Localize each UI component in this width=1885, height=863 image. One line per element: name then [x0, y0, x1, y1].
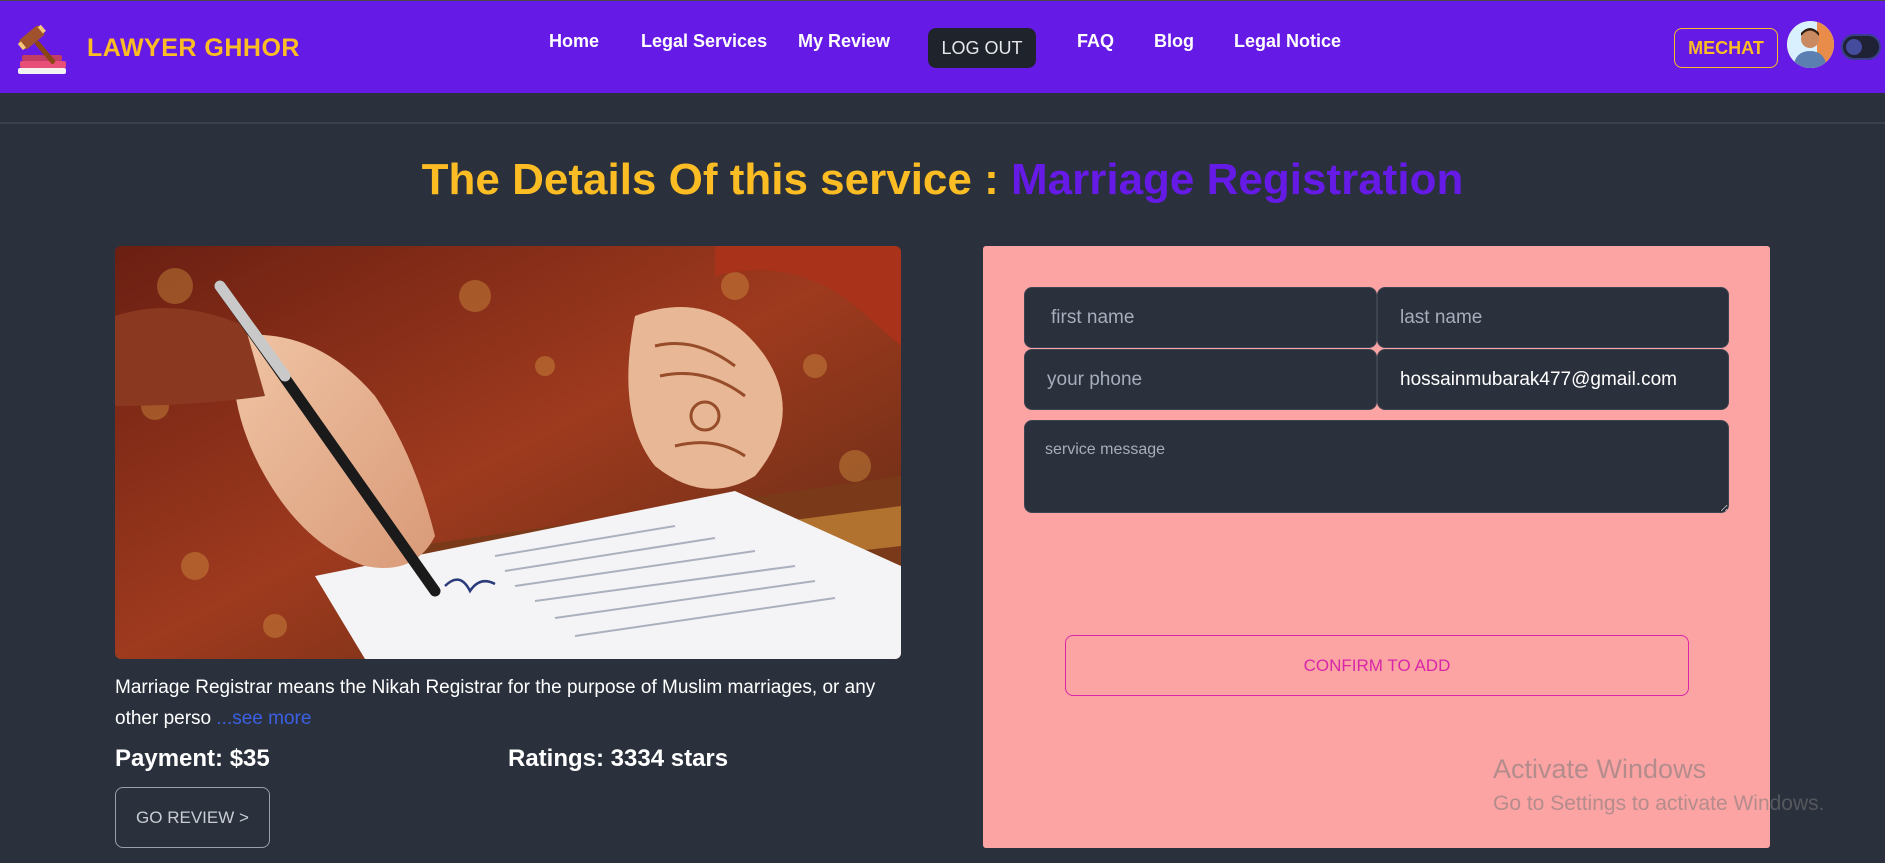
- divider: [0, 122, 1885, 124]
- nav-link-legal-notice[interactable]: Legal Notice: [1234, 31, 1341, 52]
- toggle-knob: [1846, 39, 1862, 55]
- gavel-books-icon: [6, 17, 68, 79]
- service-message-textarea[interactable]: [1024, 420, 1729, 513]
- see-more-link[interactable]: ...see more: [216, 708, 311, 729]
- brand-name: LAWYER GHHOR: [87, 33, 300, 62]
- page-title-service: Marriage Registration: [1010, 155, 1464, 204]
- nav-link-legal-services[interactable]: Legal Services: [641, 31, 767, 52]
- confirm-to-add-button[interactable]: CONFIRM TO ADD: [1065, 635, 1689, 696]
- go-review-button[interactable]: GO REVIEW >: [115, 787, 270, 848]
- user-avatar-icon[interactable]: [1787, 21, 1834, 68]
- logout-button[interactable]: LOG OUT: [928, 28, 1036, 68]
- brand[interactable]: LAWYER GHHOR: [6, 17, 300, 79]
- marriage-signing-photo: [115, 246, 901, 659]
- page-title: The Details Of this service : Marriage R…: [0, 155, 1885, 205]
- email-input[interactable]: [1377, 349, 1729, 410]
- nav-link-home[interactable]: Home: [549, 31, 599, 52]
- activate-windows-subtitle: Go to Settings to activate Windows.: [1493, 792, 1825, 815]
- nav-link-faq[interactable]: FAQ: [1077, 31, 1114, 52]
- service-payment: Payment: $35: [115, 745, 270, 772]
- last-name-input[interactable]: [1377, 287, 1729, 348]
- mechat-button[interactable]: MECHAT: [1674, 28, 1778, 68]
- navbar: LAWYER GHHOR Home Legal Services My Revi…: [0, 0, 1885, 93]
- first-name-input[interactable]: [1024, 287, 1377, 348]
- nav-link-my-review[interactable]: My Review: [798, 31, 890, 52]
- service-description: Marriage Registrar means the Nikah Regis…: [115, 672, 905, 734]
- phone-input[interactable]: [1024, 349, 1377, 410]
- service-ratings: Ratings: 3334 stars: [508, 745, 729, 772]
- page-title-prefix: The Details Of this service :: [421, 155, 1011, 204]
- theme-toggle-icon[interactable]: [1841, 34, 1881, 60]
- nav-link-blog[interactable]: Blog: [1154, 31, 1194, 52]
- activate-windows-title: Activate Windows: [1493, 754, 1707, 784]
